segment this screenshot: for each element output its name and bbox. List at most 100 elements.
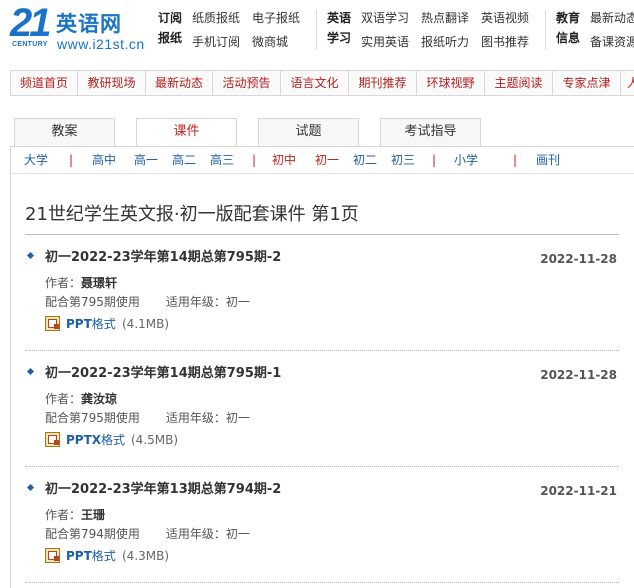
grade-link-gaoer[interactable]: 高二 <box>172 152 196 168</box>
site-logo[interactable]: 21 CENTURY 英语网 www.i21st.cn <box>10 1 150 53</box>
grade-link-gaozhong[interactable]: 高中 <box>92 152 116 168</box>
usage-text: 配合第794期使用 <box>45 527 140 541</box>
header-group-title: 教育 信息 <box>556 8 584 48</box>
logo-name: 英语网 <box>56 12 122 36</box>
file-size: (4.1MB) <box>122 317 170 331</box>
format-code: PPT <box>66 317 92 331</box>
header-link[interactable]: 实用英语 <box>361 32 409 52</box>
header-link[interactable]: 图书推荐 <box>481 32 529 52</box>
header-link[interactable]: 电子报纸 <box>252 8 300 28</box>
download-format-link[interactable]: PPT格式 <box>66 548 116 564</box>
header-link[interactable]: 热点翻译 <box>421 8 469 28</box>
grade-value: 初一 <box>225 527 250 541</box>
channel-nav-item[interactable]: 人 <box>621 71 634 95</box>
header-group-title-line: 订阅 <box>158 11 183 25</box>
file-size: (4.5MB) <box>131 433 179 447</box>
grade-link-chuer[interactable]: 初二 <box>353 152 377 168</box>
format-code: PPT <box>66 549 92 563</box>
item-divider <box>25 350 619 351</box>
diamond-bullet-icon <box>26 483 35 492</box>
grade-value: 初一 <box>225 411 250 425</box>
format-suffix: 格式 <box>91 317 116 331</box>
usage-text: 配合第795期使用 <box>45 411 140 425</box>
diamond-bullet-icon <box>26 251 35 260</box>
header-link[interactable]: 备课资源 <box>590 32 634 52</box>
channel-nav-item[interactable]: 期刊推荐 <box>349 71 417 95</box>
content-panel: 21世纪学生英文报·初一版配套课件 第1页 初一2022-23学年第14期总第7… <box>10 174 634 588</box>
diamond-bullet-icon <box>26 367 35 376</box>
header-divider <box>316 10 317 50</box>
channel-nav: 频道首页 教研现场 最新动态 活动预告 语言文化 期刊推荐 环球视野 主题阅读 … <box>10 70 634 96</box>
header-link[interactable]: 报纸听力 <box>421 32 469 52</box>
header-link[interactable]: 手机订阅 <box>192 32 240 52</box>
header-link[interactable]: 微商城 <box>252 32 288 52</box>
courseware-meta: 配合第795期使用 适用年级：初一 <box>45 409 250 426</box>
grade-label: 适用年级： <box>165 411 226 425</box>
courseware-author: 作者：龚汝琼 <box>45 390 117 407</box>
tab-jiaoan[interactable]: 教案 <box>14 118 115 146</box>
channel-nav-item[interactable]: 专家点津 <box>553 71 621 95</box>
header-link[interactable]: 最新动态 <box>590 8 634 28</box>
grade-separator: | <box>513 153 518 167</box>
header-links: 纸质报纸 电子报纸 手机订阅 微商城 <box>192 8 312 52</box>
header-links: 最新动态 备课资源 <box>590 8 634 52</box>
logo-mark: 21 CENTURY <box>10 1 52 49</box>
courseware-title-link[interactable]: 初一2022-23学年第13期总第794期-2 <box>45 478 281 497</box>
channel-nav-item[interactable]: 教研现场 <box>78 71 146 95</box>
ppt-file-icon[interactable] <box>45 432 60 447</box>
grade-separator: | <box>252 153 257 167</box>
grade-link-chuyi[interactable]: 初一 <box>315 152 339 168</box>
header-group-title-line: 信息 <box>556 31 581 45</box>
header-group-title: 英语 学习 <box>327 8 355 48</box>
grade-link-chuzhong[interactable]: 初中 <box>272 152 296 168</box>
tab-kejian[interactable]: 课件 <box>136 118 237 147</box>
tab-kaoshi-zhidao[interactable]: 考试指导 <box>380 118 481 146</box>
download-format-link[interactable]: PPT格式 <box>66 316 116 332</box>
item-divider <box>25 582 619 583</box>
channel-nav-item[interactable]: 频道首页 <box>11 71 78 95</box>
format-suffix: 格式 <box>101 433 126 447</box>
grade-value: 初一 <box>225 295 250 309</box>
header-link[interactable]: 双语学习 <box>361 8 409 28</box>
grade-separator: | <box>432 153 437 167</box>
tab-shiti[interactable]: 试题 <box>258 118 359 146</box>
grade-label: 适用年级： <box>165 527 226 541</box>
header-group-title-line: 教育 <box>556 11 581 25</box>
grade-link-chusan[interactable]: 初三 <box>391 152 415 168</box>
header-group-education: 教育 信息 最新动态 备课资源 <box>556 8 634 52</box>
site-header: 21 CENTURY 英语网 www.i21st.cn 订阅 报纸 纸质报纸 电… <box>0 0 634 60</box>
header-link[interactable]: 纸质报纸 <box>192 8 240 28</box>
channel-nav-item[interactable]: 活动预告 <box>213 71 281 95</box>
title-divider <box>25 234 619 235</box>
header-group-title-line: 学习 <box>327 31 352 45</box>
header-link[interactable]: 英语视频 <box>481 8 529 28</box>
author-name: 王珊 <box>81 508 106 522</box>
logo-number: 21 <box>10 1 51 45</box>
header-divider <box>545 10 546 50</box>
download-format-link[interactable]: PPTX格式 <box>66 432 125 448</box>
format-suffix: 格式 <box>91 549 116 563</box>
courseware-date: 2022-11-21 <box>540 484 617 498</box>
ppt-file-icon[interactable] <box>45 548 60 563</box>
header-group-title-line: 英语 <box>327 11 352 25</box>
channel-nav-item[interactable]: 最新动态 <box>146 71 213 95</box>
grade-link-gaosan[interactable]: 高三 <box>210 152 234 168</box>
grade-link-xiaoxue[interactable]: 小学 <box>454 152 478 168</box>
ppt-file-icon[interactable] <box>45 316 60 331</box>
file-size: (4.3MB) <box>122 549 170 563</box>
grade-link-huakan[interactable]: 画刊 <box>536 152 560 168</box>
channel-nav-item[interactable]: 语言文化 <box>281 71 349 95</box>
header-group-title-line: 报纸 <box>158 31 183 45</box>
grade-link-daxue[interactable]: 大学 <box>24 152 48 168</box>
channel-nav-item[interactable]: 主题阅读 <box>485 71 553 95</box>
courseware-date: 2022-11-28 <box>540 368 617 382</box>
header-group-title: 订阅 报纸 <box>158 8 186 48</box>
page-title: 21世纪学生英文报·初一版配套课件 第1页 <box>25 204 359 225</box>
author-label: 作者： <box>45 276 82 290</box>
author-name: 龚汝琼 <box>81 392 118 406</box>
grade-link-gaoyi[interactable]: 高一 <box>134 152 158 168</box>
courseware-title-link[interactable]: 初一2022-23学年第14期总第795期-2 <box>45 246 281 265</box>
courseware-title-link[interactable]: 初一2022-23学年第14期总第795期-1 <box>45 362 281 381</box>
channel-nav-item[interactable]: 环球视野 <box>417 71 485 95</box>
logo-url: www.i21st.cn <box>57 36 145 52</box>
